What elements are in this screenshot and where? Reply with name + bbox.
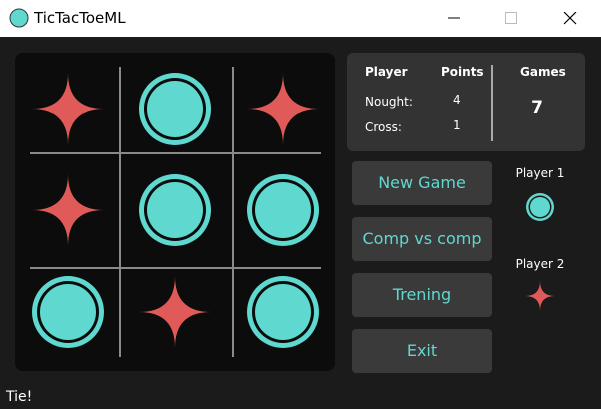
close-icon <box>563 12 577 25</box>
nought-icon <box>32 276 104 348</box>
cross-points: 1 <box>453 118 461 132</box>
game-board <box>15 53 335 371</box>
games-header: Games <box>520 65 566 79</box>
nought-fill <box>255 284 311 340</box>
exit-button[interactable]: Exit <box>352 329 492 373</box>
app-icon <box>9 8 29 28</box>
nought-fill <box>40 284 96 340</box>
points-header: Points <box>441 65 484 79</box>
window-title: TicTacToeML <box>34 9 126 27</box>
cross-star <box>247 73 319 145</box>
board-cell-6[interactable] <box>240 167 326 253</box>
title-bar: TicTacToeML <box>0 0 601 37</box>
cross-star <box>32 73 104 145</box>
score-panel: Player Points Games Nought: 4 Cross: 1 7 <box>347 53 585 151</box>
player1-label: Player 1 <box>515 166 565 180</box>
grid-line <box>119 67 121 357</box>
nought-points: 4 <box>453 93 461 107</box>
trening-button[interactable]: Trening <box>352 273 492 317</box>
grid-line <box>30 152 321 154</box>
player2-label: Player 2 <box>515 257 565 271</box>
cross-star <box>525 281 555 311</box>
nought-icon <box>247 276 319 348</box>
nought-icon <box>139 174 211 246</box>
games-count: 7 <box>531 98 543 118</box>
player2-cross-icon <box>525 281 555 311</box>
cross-icon <box>139 276 211 348</box>
cross-icon <box>247 73 319 145</box>
board-cell-1[interactable] <box>25 66 111 152</box>
grid-line <box>232 67 234 357</box>
nought-fill <box>147 182 203 238</box>
cross-icon <box>32 174 104 246</box>
board-cell-3[interactable] <box>240 66 326 152</box>
status-text: Tie! <box>6 389 33 405</box>
maximize-icon <box>505 12 517 24</box>
board-cell-9[interactable] <box>240 269 326 355</box>
nought-icon <box>247 174 319 246</box>
cross-icon <box>32 73 104 145</box>
board-cell-5[interactable] <box>132 167 218 253</box>
cross-star <box>139 276 211 348</box>
board-cell-7[interactable] <box>25 269 111 355</box>
board-cell-8[interactable] <box>132 269 218 355</box>
nought-icon <box>139 73 211 145</box>
maximize-button[interactable] <box>488 0 534 37</box>
nought-fill <box>147 81 203 137</box>
player1-nought-icon <box>526 193 554 221</box>
new-game-button[interactable]: New Game <box>352 161 492 205</box>
player-header: Player <box>365 65 408 79</box>
cross-label: Cross: <box>365 120 402 134</box>
minimize-icon <box>448 17 460 19</box>
nought-label: Nought: <box>365 95 413 109</box>
board-cell-2[interactable] <box>132 66 218 152</box>
close-button[interactable] <box>547 0 593 37</box>
nought-fill <box>530 197 550 217</box>
nought-fill <box>255 182 311 238</box>
comp-vs-comp-button[interactable]: Comp vs comp <box>352 217 492 261</box>
score-divider <box>491 65 493 141</box>
board-cell-4[interactable] <box>25 167 111 253</box>
minimize-button[interactable] <box>431 0 477 37</box>
cross-star <box>32 174 104 246</box>
